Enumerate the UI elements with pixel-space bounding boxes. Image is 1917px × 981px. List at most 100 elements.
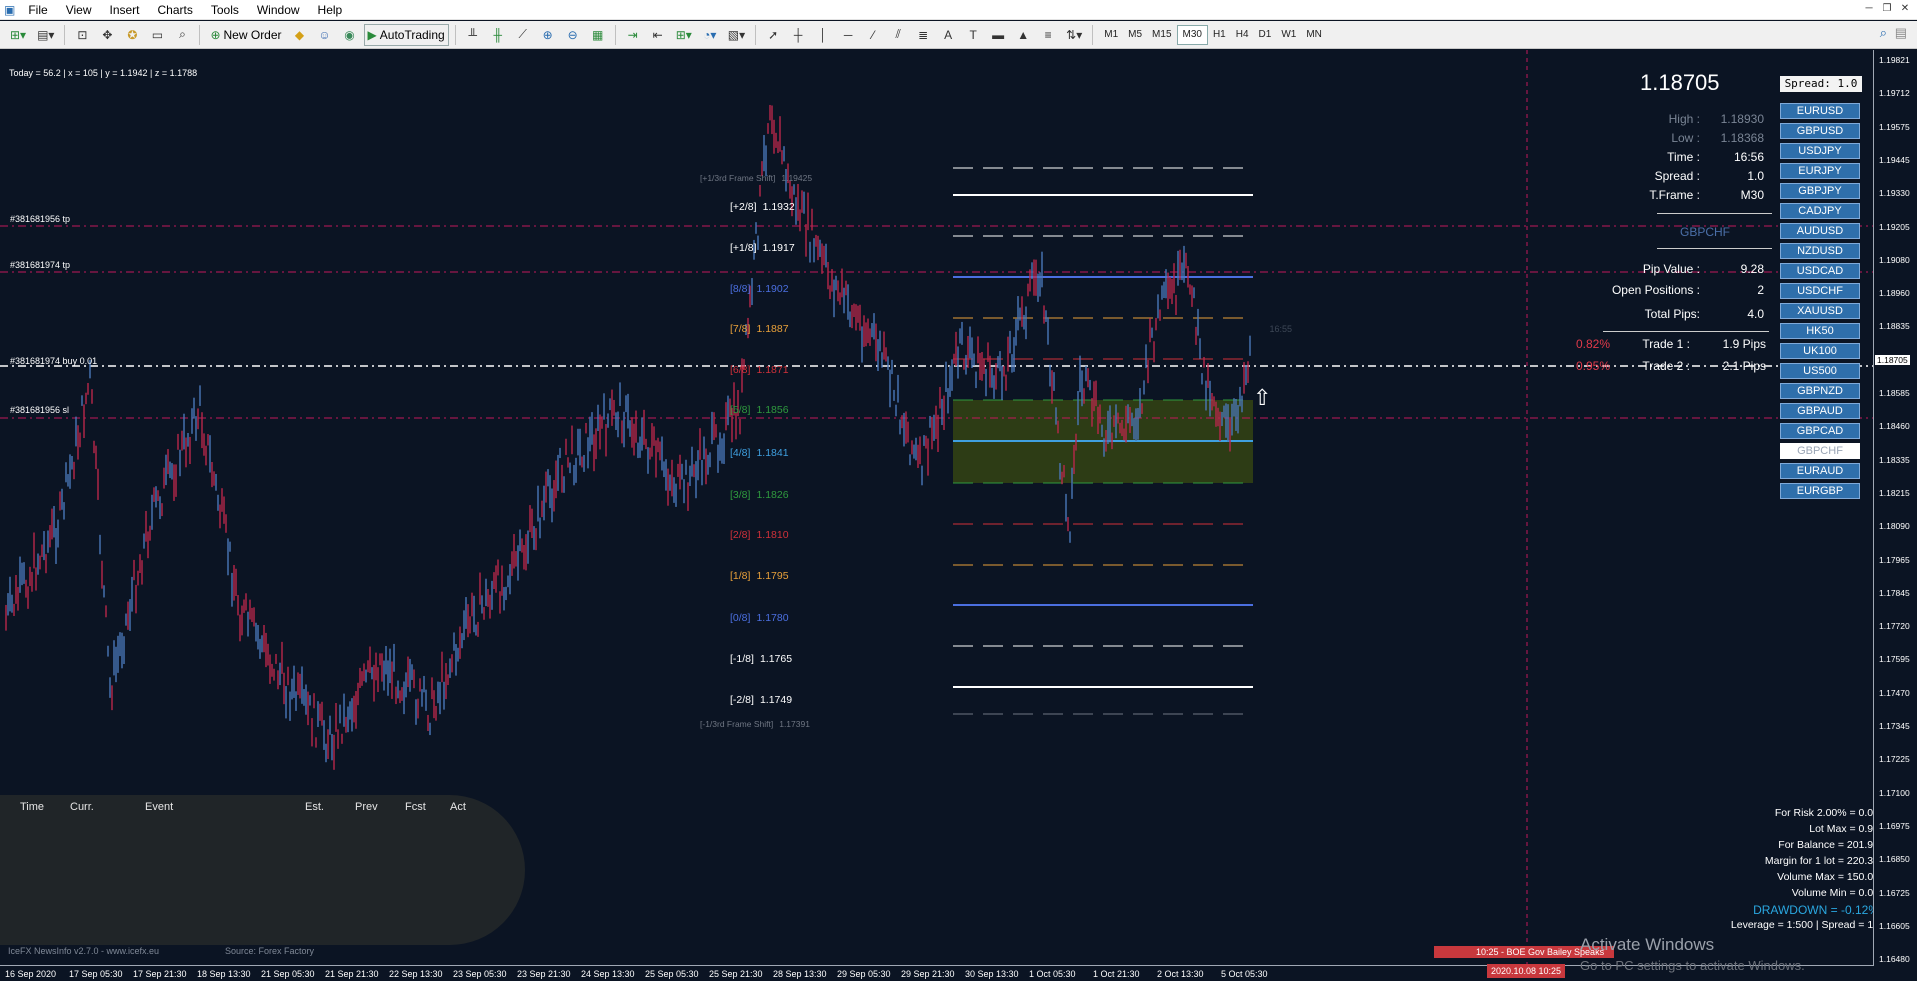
symbol-button-hk50[interactable]: HK50 [1780, 323, 1860, 339]
symbol-button-eurgbp[interactable]: EURGBP [1780, 483, 1860, 499]
arrows-icon[interactable]: ⇅▾ [1062, 24, 1086, 46]
cursor-icon[interactable]: ➚ [762, 24, 784, 46]
zoom-in-icon[interactable]: ⊕ [537, 24, 559, 46]
data-window-icon[interactable]: ✪ [121, 24, 143, 46]
symbol-button-xauusd[interactable]: XAUUSD [1780, 303, 1860, 319]
strategy-tester-icon[interactable]: ⌕ [171, 24, 193, 46]
murrey-level: [3/8] 1.1826 [730, 489, 789, 501]
total-pips-label: Total Pips: [1644, 307, 1700, 321]
order-line-label[interactable]: #381681974 tp [10, 260, 70, 270]
menu-view[interactable]: View [57, 3, 101, 17]
rectangle-icon[interactable]: ▬ [987, 24, 1009, 46]
timeframe-m1[interactable]: M1 [1099, 25, 1123, 45]
market-icon[interactable]: ◉ [339, 24, 361, 46]
toolbar: ⊞▾ ▤▾ ⊡ ✥ ✪ ▭ ⌕ ⊕ New Order ◆ ☺ ◉ ▶ AutoTr… [0, 21, 1917, 49]
time-tick: 1 Oct 21:30 [1093, 969, 1140, 979]
timeframe-mn[interactable]: MN [1301, 25, 1327, 45]
trendline-icon[interactable]: ⁄ [862, 24, 884, 46]
price-tick: 1.17100 [1879, 787, 1910, 798]
symbol-button-eurusd[interactable]: EURUSD [1780, 103, 1860, 119]
menu-tools[interactable]: Tools [202, 3, 248, 17]
templates-icon[interactable]: ▧▾ [724, 24, 749, 46]
risk-info-line: Margin for 1 lot = 220.35 [1764, 855, 1879, 867]
new-chart-icon[interactable]: ⊞▾ [6, 24, 30, 46]
restore-icon[interactable]: ❐ [1879, 2, 1895, 16]
new-order-button[interactable]: ⊕ New Order [206, 24, 285, 46]
navigator-icon[interactable]: ✥ [96, 24, 118, 46]
close-icon[interactable]: ✕ [1897, 2, 1913, 16]
toolbar-divider [64, 24, 66, 45]
murrey-level: [4/8] 1.1841 [730, 447, 789, 459]
symbol-button-gbpjpy[interactable]: GBPJPY [1780, 183, 1860, 199]
text-label-icon[interactable]: T [962, 24, 984, 46]
triangle-icon[interactable]: ▲ [1012, 24, 1034, 46]
timeframe-m15[interactable]: M15 [1147, 25, 1176, 45]
murrey-level-value: 1.1749 [759, 694, 793, 706]
profiles-icon[interactable]: ▤▾ [33, 24, 58, 46]
pip-value-label: Pip Value : [1642, 262, 1700, 276]
vertical-line-icon[interactable]: │ [812, 24, 834, 46]
low-label: Low : [1671, 131, 1700, 145]
channel-icon[interactable]: ⫽ [887, 24, 909, 46]
minimize-icon[interactable]: ─ [1861, 2, 1877, 16]
line-chart-icon[interactable]: ⟋ [512, 24, 534, 46]
candlestick-icon[interactable]: ╫ [487, 24, 509, 46]
news-column-header: Curr. [70, 801, 94, 813]
symbol-button-gbpnzd[interactable]: GBPNZD [1780, 383, 1860, 399]
symbol-button-audusd[interactable]: AUDUSD [1780, 223, 1860, 239]
community-icon[interactable]: ▤ [1895, 25, 1907, 41]
time-value: 16:56 [1733, 150, 1764, 164]
menu-insert[interactable]: Insert [100, 3, 148, 17]
tile-windows-icon[interactable]: ▦ [587, 24, 609, 46]
time-tick: 16 Sep 2020 [5, 969, 57, 979]
symbol-button-cadjpy[interactable]: CADJPY [1780, 203, 1860, 219]
timeframe-h1[interactable]: H1 [1208, 25, 1231, 45]
timeframe-h4[interactable]: H4 [1231, 25, 1254, 45]
symbol-button-gbpusd[interactable]: GBPUSD [1780, 123, 1860, 139]
periods-icon[interactable]: ◔▾ [699, 24, 721, 46]
zoom-out-icon[interactable]: ⊖ [562, 24, 584, 46]
symbol-button-us500[interactable]: US500 [1780, 363, 1860, 379]
app-icon[interactable]: ▣ [0, 3, 19, 17]
symbol-button-gbpcad[interactable]: GBPCAD [1780, 423, 1860, 439]
chart-shift-icon[interactable]: ⇥ [622, 24, 644, 46]
symbol-button-gbpaud[interactable]: GBPAUD [1780, 403, 1860, 419]
crosshair-icon[interactable]: ┼ [787, 24, 809, 46]
order-line-label[interactable]: #381681956 sl [10, 405, 69, 415]
price-axis[interactable]: 1.19821 1.19712 1.19575 1.19445 1.19330 1.192… [1873, 50, 1917, 966]
menu-charts[interactable]: Charts [149, 3, 202, 17]
murrey-level: [8/8] 1.1902 [730, 283, 789, 295]
timeframe-m30[interactable]: M30 [1176, 24, 1208, 45]
menu-help[interactable]: Help [309, 3, 352, 17]
symbol-button-usdcad[interactable]: USDCAD [1780, 263, 1860, 279]
autoscroll-icon[interactable]: ⇤ [647, 24, 669, 46]
symbol-button-usdjpy[interactable]: USDJPY [1780, 143, 1860, 159]
market-watch-icon[interactable]: ⊡ [71, 24, 93, 46]
signals-icon[interactable]: ☺ [314, 24, 336, 46]
symbol-button-uk100[interactable]: UK100 [1780, 343, 1860, 359]
terminal-icon[interactable]: ▭ [146, 24, 168, 46]
symbol-button-usdchf[interactable]: USDCHF [1780, 283, 1860, 299]
search-icon[interactable]: ⌕ [1880, 25, 1887, 41]
timeframe-d1[interactable]: D1 [1254, 25, 1277, 45]
symbol-button-euraud[interactable]: EURAUD [1780, 463, 1860, 479]
metaeditor-icon[interactable]: ◆ [289, 24, 311, 46]
horizontal-line-icon[interactable]: ─ [837, 24, 859, 46]
autotrading-button[interactable]: ▶ AutoTrading [363, 23, 449, 46]
symbol-button-gbpchf[interactable]: GBPCHF [1780, 443, 1860, 459]
order-line-label[interactable]: #381681974 buy 0.01 [10, 356, 97, 366]
symbol-button-nzdusd[interactable]: NZDUSD [1780, 243, 1860, 259]
menu-file[interactable]: File [19, 3, 56, 17]
gann-icon[interactable]: ≡ [1037, 24, 1059, 46]
timeframe-w1[interactable]: W1 [1276, 25, 1301, 45]
murrey-level-label: [-1/8] [730, 653, 754, 665]
symbol-button-eurjpy[interactable]: EURJPY [1780, 163, 1860, 179]
text-icon[interactable]: A [937, 24, 959, 46]
menu-window[interactable]: Window [248, 3, 309, 17]
fibonacci-icon[interactable]: ≣ [912, 24, 934, 46]
order-line-label[interactable]: #381681956 tp [10, 214, 70, 224]
timeframe-m5[interactable]: M5 [1123, 25, 1147, 45]
price-tick: 1.18335 [1879, 454, 1910, 465]
bar-chart-icon[interactable]: ╨ [462, 24, 484, 46]
indicators-icon[interactable]: ⊞▾ [672, 24, 696, 46]
